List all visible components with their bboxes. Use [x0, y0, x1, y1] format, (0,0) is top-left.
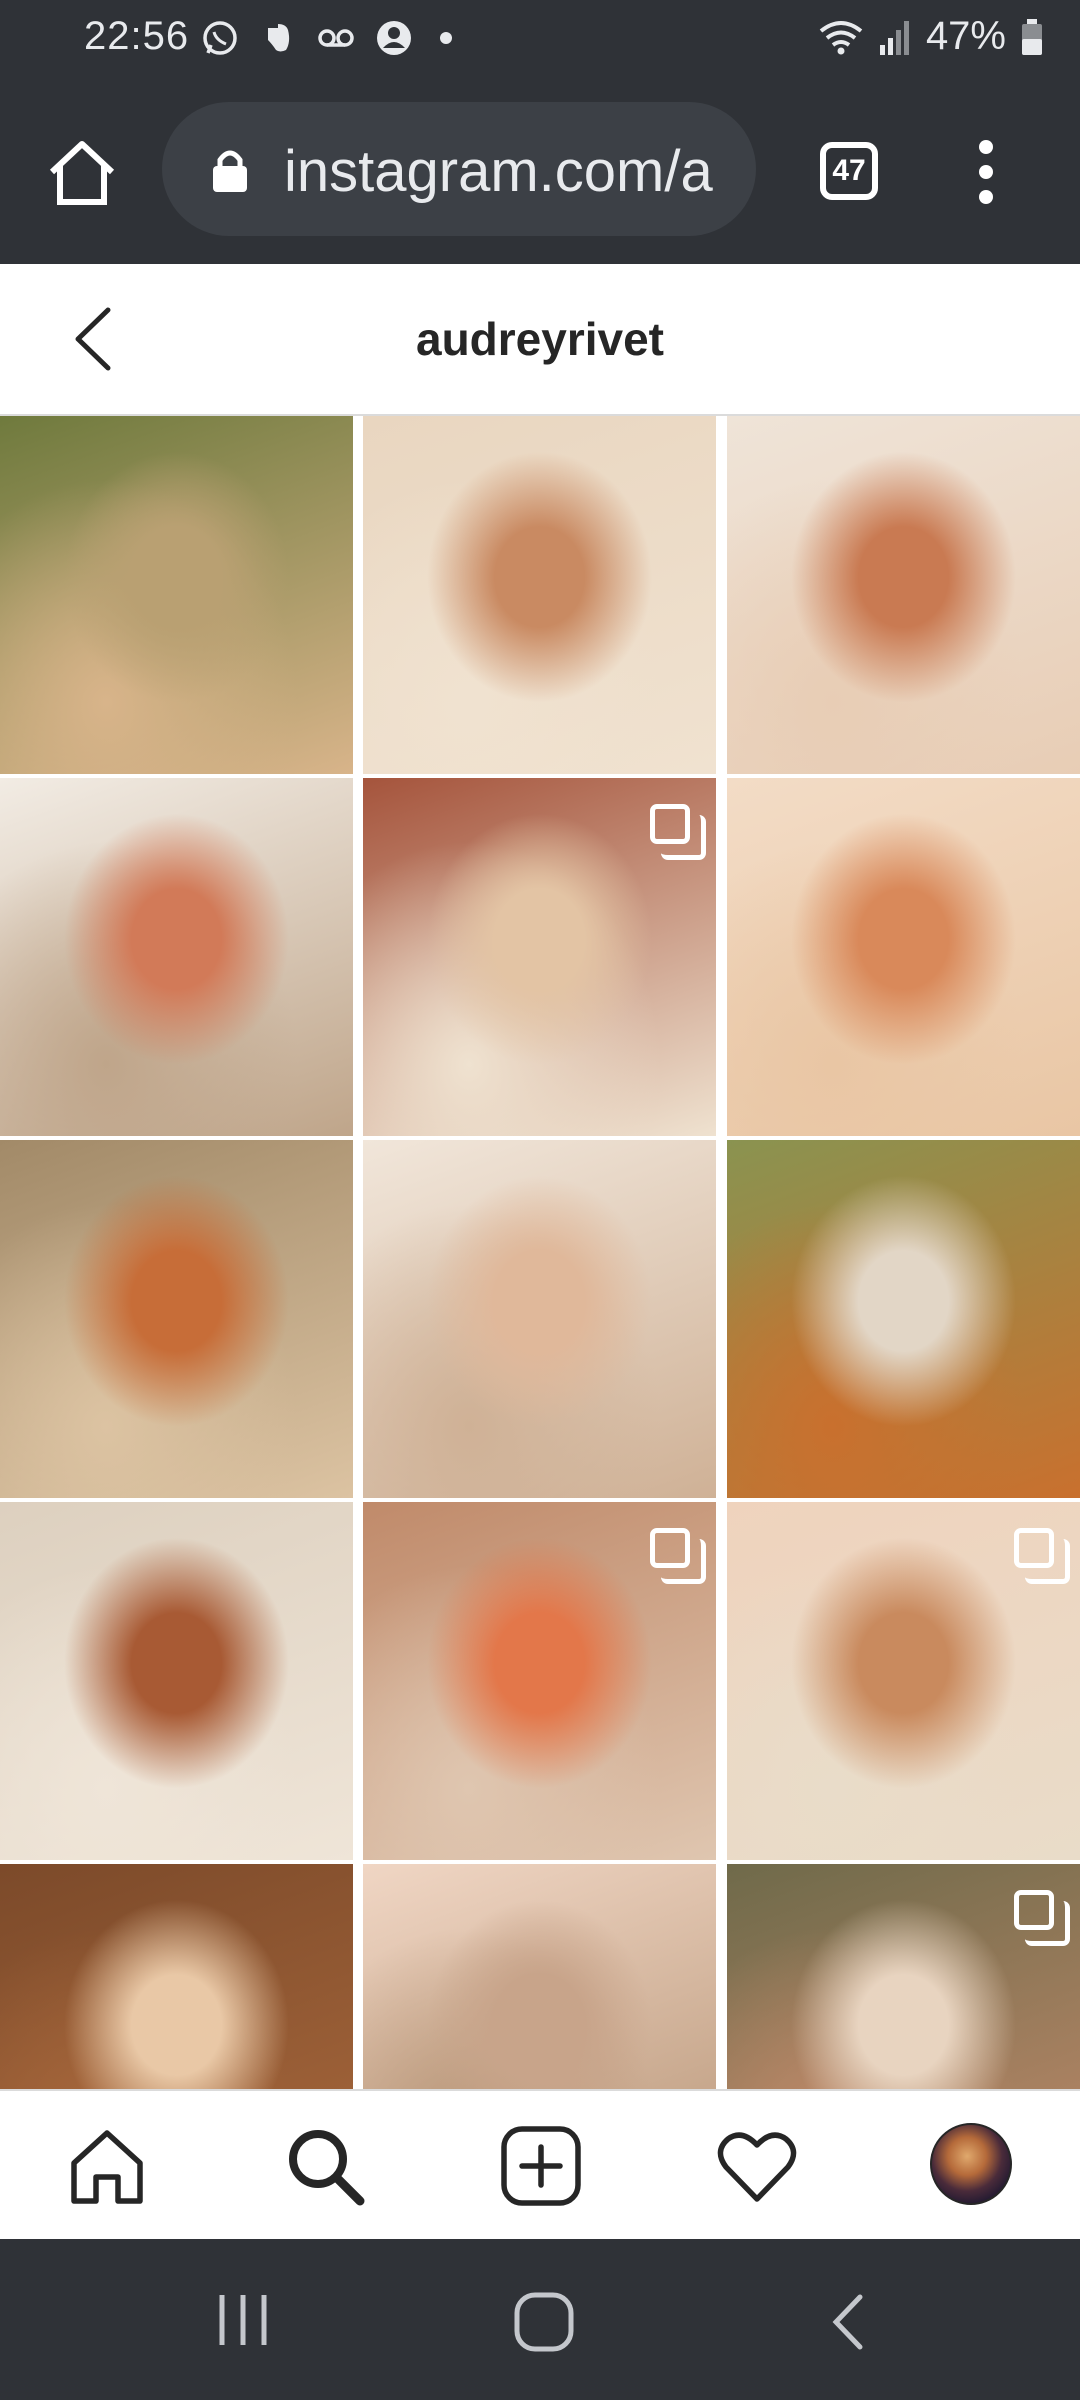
recent-apps-icon[interactable]	[214, 2291, 272, 2349]
notification-icons	[200, 18, 452, 58]
voicemail-icon	[318, 29, 354, 47]
signal-icon	[879, 20, 909, 55]
url-bar[interactable]: instagram.com/a	[162, 102, 756, 236]
post-thumbnail[interactable]	[363, 1864, 716, 2089]
tab-switcher-button[interactable]: 47	[820, 142, 878, 200]
battery-percent: 47%	[925, 14, 1006, 58]
profile-avatar[interactable]	[930, 2123, 1012, 2205]
new-post-icon[interactable]	[498, 2123, 584, 2209]
post-thumbnail[interactable]	[0, 778, 353, 1136]
url-text[interactable]: instagram.com/a	[284, 138, 734, 205]
post-thumbnail[interactable]	[727, 1864, 1080, 2089]
battery-icon	[1022, 18, 1042, 55]
post-thumbnail[interactable]	[727, 1502, 1080, 1860]
status-right: 47%	[818, 14, 1044, 59]
back-chevron-icon[interactable]	[826, 2291, 870, 2353]
profile-username: audreyrivet	[415, 313, 664, 365]
home-icon[interactable]	[64, 2123, 150, 2209]
carousel-icon	[650, 1528, 706, 1584]
home-circle-icon[interactable]	[513, 2291, 575, 2353]
evernote-icon	[268, 24, 290, 52]
post-thumbnail[interactable]	[0, 1502, 353, 1860]
post-thumbnail[interactable]	[0, 1864, 353, 2089]
carousel-icon	[1014, 1890, 1070, 1946]
wifi-icon	[819, 20, 863, 54]
post-thumbnail[interactable]	[727, 1140, 1080, 1498]
browser-menu-icon[interactable]	[968, 140, 1004, 204]
account-icon	[377, 21, 411, 55]
post-thumbnail[interactable]	[363, 778, 716, 1136]
dot-icon	[440, 32, 452, 44]
post-thumbnail[interactable]	[363, 416, 716, 774]
whatsapp-icon	[203, 21, 237, 55]
carousel-icon	[1014, 1528, 1070, 1584]
post-thumbnail[interactable]	[0, 416, 353, 774]
post-thumbnail[interactable]	[363, 1140, 716, 1498]
carousel-icon	[650, 804, 706, 860]
browser-home-icon[interactable]	[46, 136, 118, 208]
search-icon[interactable]	[282, 2123, 368, 2209]
activity-icon[interactable]	[714, 2123, 800, 2209]
status-bar: 22:56 47%	[0, 0, 1080, 80]
post-thumbnail[interactable]	[727, 416, 1080, 774]
bottom-nav	[0, 2089, 1080, 2241]
status-time: 22:56	[84, 14, 190, 58]
lock-icon	[213, 150, 247, 192]
post-grid	[0, 416, 1080, 2089]
browser-toolbar: instagram.com/a 47	[0, 80, 1080, 264]
post-thumbnail[interactable]	[363, 1502, 716, 1860]
post-thumbnail[interactable]	[727, 778, 1080, 1136]
post-thumbnail[interactable]	[0, 1140, 353, 1498]
profile-header: audreyrivet	[0, 264, 1080, 416]
system-nav-bar	[0, 2239, 1080, 2400]
